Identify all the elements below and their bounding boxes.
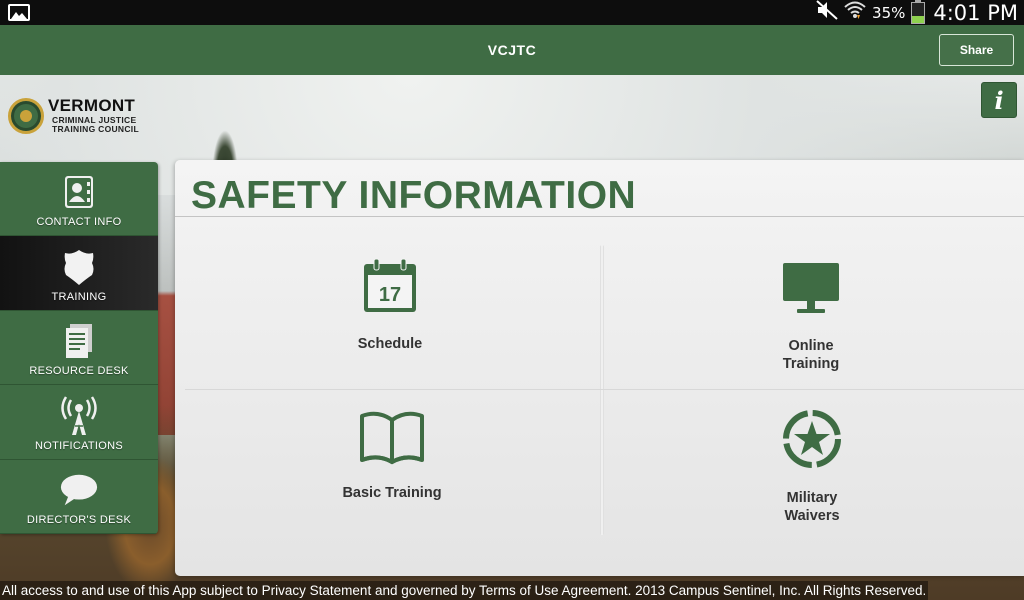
sidebar-item-directors-desk[interactable]: DIRECTOR'S DESK bbox=[0, 460, 158, 534]
horizontal-divider bbox=[185, 389, 1024, 390]
calendar-icon: 17 bbox=[362, 258, 418, 314]
share-button[interactable]: Share bbox=[939, 34, 1014, 66]
tile-label-line: Schedule bbox=[357, 336, 423, 352]
wifi-icon bbox=[844, 0, 866, 25]
basic-training-tile[interactable]: Basic Training bbox=[282, 410, 502, 502]
safety-information-panel: SAFETY INFORMATION 17 Schedule Online Tr… bbox=[175, 160, 1024, 576]
mute-icon bbox=[816, 0, 838, 25]
tile-label: Military Waivers bbox=[784, 489, 839, 525]
battery-level bbox=[912, 15, 925, 23]
picture-icon bbox=[8, 4, 30, 21]
broadcast-tower-icon bbox=[59, 395, 99, 436]
sidebar-item-label: DIRECTOR'S DESK bbox=[26, 513, 132, 526]
monitor-icon bbox=[781, 261, 841, 315]
tile-label-line: Online bbox=[788, 338, 834, 354]
battery-percent: 35% bbox=[872, 3, 906, 22]
schedule-tile[interactable]: 17 Schedule bbox=[280, 258, 500, 353]
status-indicators: 35% 4:01 PM bbox=[816, 0, 1018, 25]
action-bar: VCJTC Share bbox=[0, 25, 1024, 75]
military-waivers-tile[interactable]: Military Waivers bbox=[702, 409, 922, 525]
tile-label: Schedule bbox=[358, 335, 422, 353]
info-icon: i bbox=[994, 85, 1004, 115]
app-title: VCJTC bbox=[487, 42, 537, 58]
sidebar-item-training[interactable]: TRAINING bbox=[0, 236, 158, 311]
speech-bubble-icon bbox=[59, 470, 99, 510]
address-book-icon bbox=[59, 172, 99, 212]
tile-label-line: Training bbox=[782, 356, 840, 372]
legal-footer: All access to and use of this App subjec… bbox=[0, 581, 929, 600]
document-icon bbox=[59, 321, 99, 361]
tile-label: Basic Training bbox=[342, 484, 441, 502]
clock: 4:01 PM bbox=[933, 0, 1018, 25]
sidebar-item-label: RESOURCE DESK bbox=[29, 365, 129, 378]
calendar-day: 17 bbox=[379, 284, 401, 306]
logo-subtitle-2: TRAINING COUNCIL bbox=[52, 124, 139, 134]
star-emblem-icon bbox=[782, 409, 842, 469]
sidebar-nav: CONTACT INFO TRAINING RESOURCE DESK NOTI… bbox=[0, 162, 158, 534]
info-button[interactable]: i bbox=[981, 82, 1017, 118]
sidebar-item-label: NOTIFICATIONS bbox=[34, 439, 124, 452]
sidebar-item-contact-info[interactable]: CONTACT INFO bbox=[0, 162, 158, 237]
vertical-divider bbox=[600, 245, 604, 535]
page-title: SAFETY INFORMATION bbox=[191, 174, 637, 217]
online-training-tile[interactable]: Online Training bbox=[701, 261, 921, 373]
sidebar-item-label: CONTACT INFO bbox=[36, 216, 122, 229]
title-divider bbox=[175, 216, 1024, 217]
status-bar: 35% 4:01 PM bbox=[0, 0, 1024, 25]
sidebar-item-resource-desk[interactable]: RESOURCE DESK bbox=[0, 311, 158, 386]
vcjtc-logo: VERMONT CRIMINAL JUSTICE TRAINING COUNCI… bbox=[8, 96, 153, 136]
tile-label-line: Military bbox=[786, 490, 838, 506]
battery-icon bbox=[911, 0, 926, 24]
sidebar-item-notifications[interactable]: NOTIFICATIONS bbox=[0, 385, 158, 460]
open-book-icon bbox=[358, 410, 426, 466]
logo-title: VERMONT bbox=[48, 96, 136, 115]
tile-label: Online Training bbox=[783, 337, 839, 373]
sidebar-item-label: TRAINING bbox=[51, 290, 107, 303]
police-badge-icon bbox=[59, 247, 99, 287]
tile-label-line: Basic Training bbox=[342, 485, 442, 501]
tile-label-line: Waivers bbox=[784, 508, 840, 524]
seal-icon bbox=[8, 98, 44, 134]
